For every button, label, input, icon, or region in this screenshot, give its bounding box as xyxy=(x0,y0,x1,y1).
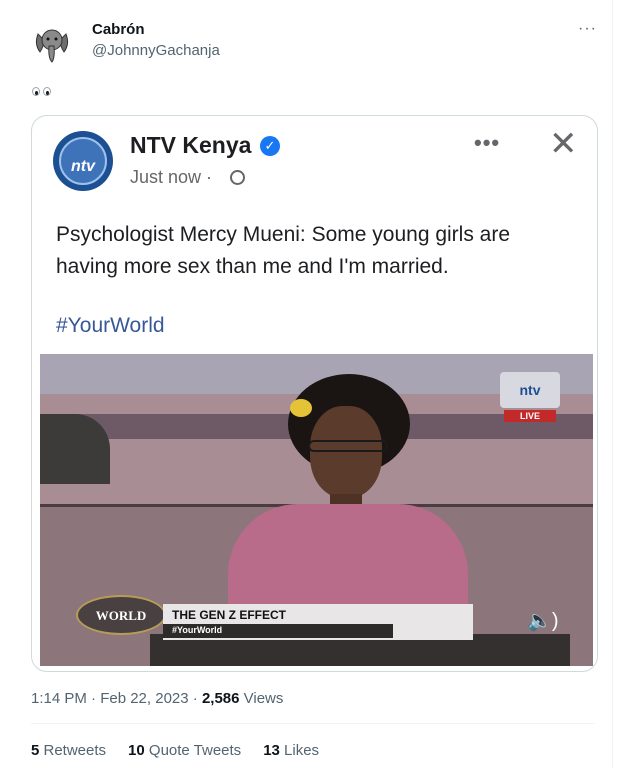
likes-label: Likes xyxy=(279,742,320,759)
views-count: 2,586 xyxy=(201,690,240,707)
video-frame: ntv LIVE WORLD THE GEN Z EFFECT #YourWor… xyxy=(40,354,593,666)
avatar[interactable] xyxy=(28,20,76,68)
engagement-stats: 5 Retweets 10 Quote Tweets 13 Likes xyxy=(31,742,319,759)
likes-count: 13 xyxy=(263,742,280,759)
post-timestamp: Just now · xyxy=(130,167,213,187)
your-world-text: WORLD xyxy=(95,608,147,623)
more-options-icon[interactable]: ··· xyxy=(578,20,597,38)
close-icon: ✕ xyxy=(549,125,578,163)
quotes-count: 10 xyxy=(128,742,145,759)
eye-left-icon xyxy=(32,87,40,96)
speaker-icon: 🔈) xyxy=(527,610,559,632)
retweets-label: Retweets xyxy=(39,742,107,759)
tweet-meta: 1:14 PM · Feb 22, 2023 · 2,586 Views xyxy=(31,690,283,707)
post-hashtag: #YourWorld xyxy=(56,314,165,337)
post-more-icon: ••• xyxy=(474,130,501,155)
person-face xyxy=(310,406,382,498)
timeline-border xyxy=(612,0,613,768)
retweets-link[interactable]: 5 Retweets xyxy=(31,742,106,759)
ntv-logo-text: ntv xyxy=(71,158,95,175)
live-badge: LIVE xyxy=(504,410,556,422)
divider xyxy=(31,723,595,724)
page-name: NTV Kenya xyxy=(130,132,252,158)
embedded-image-card[interactable]: ntv NTV Kenya ✓ Just now · ••• ✕ Psychol… xyxy=(31,115,598,672)
live-logo-text: ntv xyxy=(500,372,560,408)
views-label: Views xyxy=(239,690,284,707)
quote-tweets-link[interactable]: 10 Quote Tweets xyxy=(128,742,241,759)
flower-hair-clip xyxy=(290,399,312,417)
ntv-live-logo: ntv LIVE xyxy=(500,372,560,424)
eye-right-icon xyxy=(43,87,51,96)
eyes-emoji xyxy=(32,87,51,96)
tweet-time[interactable]: 1:14 PM · Feb 22, 2023 · xyxy=(31,690,202,707)
elephant-avatar-icon xyxy=(28,20,76,68)
glasses xyxy=(308,440,388,452)
author-handle[interactable]: @JohnnyGachanja xyxy=(92,42,220,59)
author-name[interactable]: Cabrón xyxy=(92,21,145,38)
post-text: Psychologist Mercy Mueni: Some young gir… xyxy=(56,223,511,278)
banner-title: THE GEN Z EFFECT xyxy=(172,608,286,622)
quotes-label: Quote Tweets xyxy=(144,742,242,759)
your-world-logo: WORLD xyxy=(76,595,166,635)
ntv-logo: ntv xyxy=(53,131,113,191)
likes-link[interactable]: 13 Likes xyxy=(263,742,319,759)
verified-badge-icon: ✓ xyxy=(260,136,280,156)
globe-icon xyxy=(230,170,245,185)
banner-hashtag: #YourWorld xyxy=(172,625,223,635)
